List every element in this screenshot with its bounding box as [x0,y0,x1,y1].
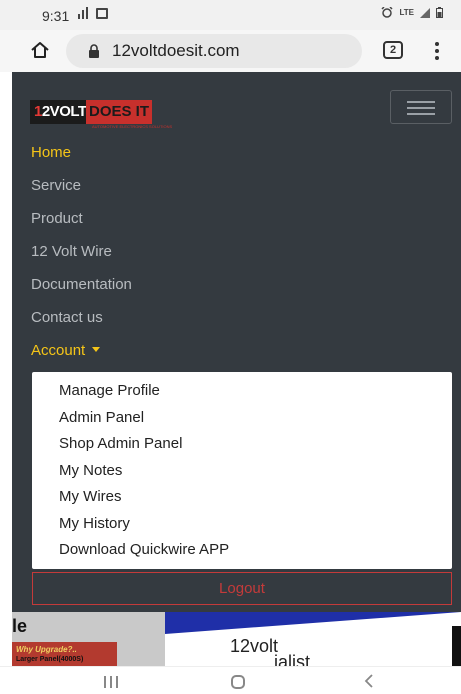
status-left-icons [78,7,108,19]
battery-icon [436,7,443,18]
gallery-notification-icon [96,7,108,19]
system-home-icon[interactable] [231,675,245,689]
lock-icon [89,44,99,58]
system-navigation-bar [0,666,461,694]
brand-text-line2: ialist [274,652,311,666]
promo-line1: Why Upgrade?.. [16,645,77,654]
dropdown-item-admin-panel[interactable]: Admin Panel [59,409,144,426]
site-logo[interactable]: 12VOLT DOES IT AUTOMOTIVE ELECTRONICS SO… [30,96,210,130]
activity-bars-icon [78,7,88,19]
browser-menu-icon[interactable] [434,42,440,60]
network-type-label: LTE [399,8,414,17]
account-label: Account [31,342,86,359]
promo-banner[interactable]: le Why Upgrade?.. Larger Panel(4000S) [12,612,165,666]
page-content-preview: le Why Upgrade?.. Larger Panel(4000S) 12… [12,612,461,666]
nav-item-service[interactable]: Service [31,177,81,194]
nav-item-contact-us[interactable]: Contact us [31,309,103,326]
back-icon[interactable] [362,673,376,689]
blue-banner-wedge [165,612,461,634]
address-bar[interactable]: 12voltdoesit.com [66,34,362,68]
dropdown-item-download-quickwire-app[interactable]: Download Quickwire APP [59,541,229,558]
url-text: 12voltdoesit.com [112,41,240,60]
logo-text-part1: 12VOLT [30,100,91,124]
nav-item-account[interactable]: Account [31,342,101,359]
signal-icon [420,7,430,18]
dropdown-item-my-history[interactable]: My History [59,515,130,532]
caret-down-icon [92,347,101,352]
account-dropdown-menu: Manage Profile Admin Panel Shop Admin Pa… [32,372,452,569]
alarm-icon [381,7,394,18]
logo-tagline: AUTOMOTIVE ELECTRONICS SOLUTIONS [92,124,173,129]
home-icon[interactable] [30,40,50,60]
browser-toolbar: 12voltdoesit.com 2 [0,30,461,72]
status-right-icons: LTE [381,7,443,18]
nav-item-home[interactable]: Home [31,144,71,161]
status-time: 9:31 [42,8,70,24]
brand-text-line1: 12volt [230,636,279,656]
promo-line2: Larger Panel(4000S) [16,656,84,663]
logout-button[interactable]: Logout [32,572,452,605]
dropdown-item-my-wires[interactable]: My Wires [59,488,122,505]
navbar-toggle-button[interactable] [390,90,452,124]
logo-text-part2: DOES IT [86,100,153,124]
dropdown-item-my-notes[interactable]: My Notes [59,462,122,479]
recent-apps-icon[interactable] [104,676,118,688]
status-bar: 9:31 LTE [0,0,461,30]
nav-item-product[interactable]: Product [31,210,83,227]
black-edge-graphic [452,626,461,666]
promo-title: le [12,616,28,636]
dropdown-item-shop-admin-panel[interactable]: Shop Admin Panel [59,435,182,452]
dropdown-item-manage-profile[interactable]: Manage Profile [59,382,160,399]
tab-switcher-button[interactable]: 2 [383,41,403,59]
nav-item-12-volt-wire[interactable]: 12 Volt Wire [31,243,112,260]
nav-item-documentation[interactable]: Documentation [31,276,132,293]
